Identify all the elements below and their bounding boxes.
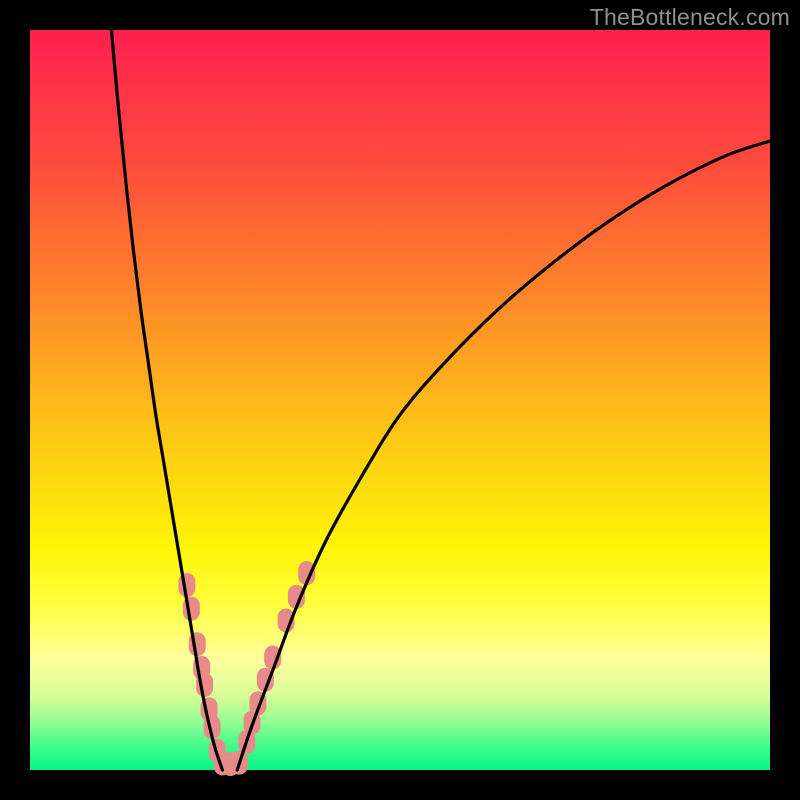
- curve-layer: [30, 30, 770, 770]
- plot-area: [30, 30, 770, 770]
- curve-right-branch: [237, 141, 770, 770]
- watermark-text: TheBottleneck.com: [590, 4, 790, 31]
- chart-frame: TheBottleneck.com: [0, 0, 800, 800]
